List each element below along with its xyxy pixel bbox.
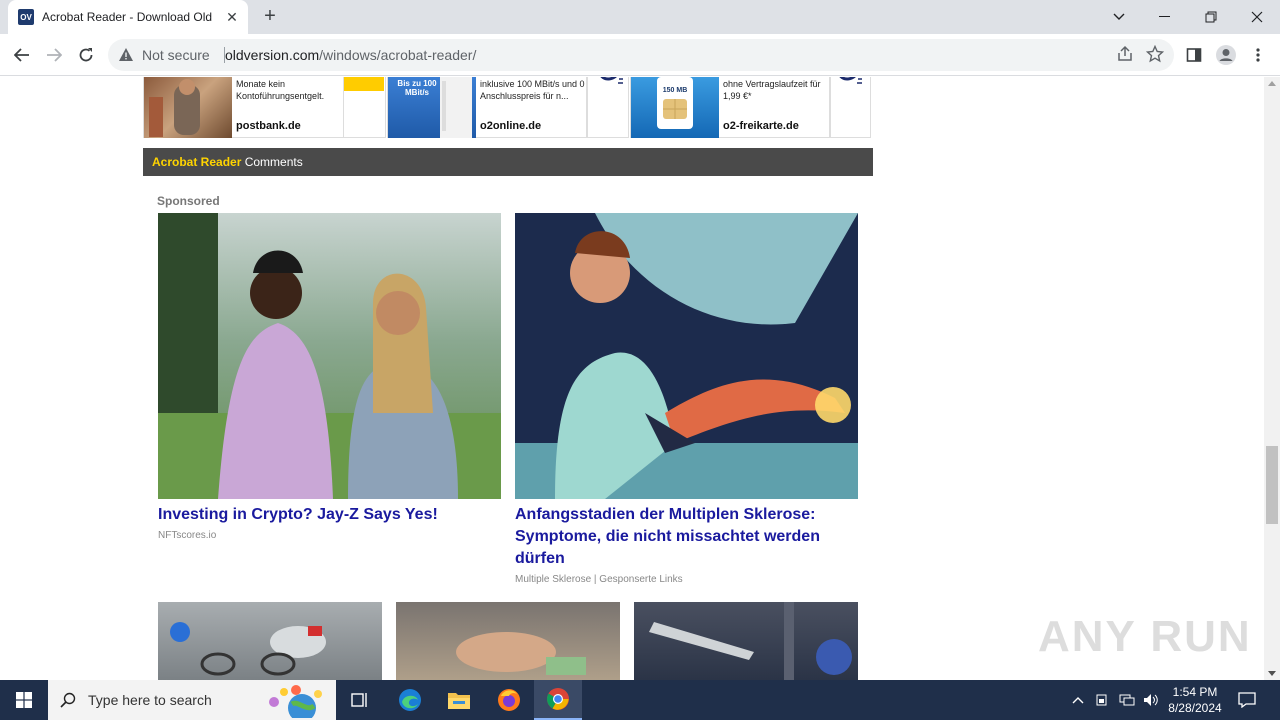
site-favicon-icon: OV — [18, 9, 34, 25]
ad-text: Monate kein Kontoführungsentgelt. — [236, 79, 325, 101]
ad-domain: o2online.de — [480, 120, 542, 132]
firefox-icon[interactable] — [485, 680, 533, 720]
ad-badge: Bis zu 100 MBit/s — [397, 79, 437, 97]
forward-button[interactable] — [40, 41, 68, 69]
tab-search-chevron-icon[interactable] — [1096, 0, 1142, 34]
ad-logo-cell — [587, 77, 629, 138]
anyrun-watermark: ANY RUN — [1038, 612, 1252, 661]
taskbar-search-box[interactable]: Type here to search — [48, 680, 336, 723]
side-panel-icon[interactable] — [1180, 41, 1208, 69]
chrome-icon[interactable] — [534, 680, 582, 720]
url-path: /windows/acrobat-reader/ — [319, 47, 477, 63]
new-tab-button[interactable]: + — [258, 6, 282, 28]
sponsored-source[interactable]: NFTscores.io — [158, 530, 501, 541]
ad-card-o2freikarte[interactable]: 150 MB ohne Vertragslaufzeit für 1,99 €*… — [630, 77, 830, 138]
battery-meet-icon[interactable] — [1092, 680, 1112, 720]
security-label[interactable]: Not secure — [142, 47, 210, 63]
share-icon[interactable] — [1116, 45, 1134, 68]
notifications-icon[interactable] — [1234, 680, 1260, 720]
sponsored-image[interactable] — [634, 602, 858, 680]
ad-strip: Monate kein Kontoführungsentgelt. postba… — [143, 77, 871, 139]
ad-logo-cell — [830, 77, 871, 138]
url-text[interactable]: oldversion.com/windows/acrobat-reader/ — [225, 47, 476, 63]
address-bar[interactable]: Not secure oldversion.com/windows/acroba… — [108, 39, 1174, 71]
windows-taskbar: Type here to search 1:54 PM 8/28/2024 — [0, 680, 1280, 723]
sponsored-source[interactable]: Multiple Sklerose | Gesponserte Links — [515, 574, 858, 585]
comments-app-name: Acrobat Reader — [152, 155, 242, 169]
restore-button[interactable] — [1188, 0, 1234, 34]
start-button[interactable] — [0, 680, 48, 720]
postbank-logo — [344, 77, 384, 91]
sponsored-image[interactable] — [158, 602, 382, 680]
ad-card-postbank[interactable]: Monate kein Kontoführungsentgelt. postba… — [143, 77, 344, 138]
tab-title: Acrobat Reader - Download Old — [42, 10, 212, 24]
volume-icon[interactable] — [1140, 680, 1162, 720]
o2-logo-icon — [837, 77, 863, 90]
comments-header: Acrobat Reader Comments — [143, 148, 873, 176]
sponsored-title[interactable]: Investing in Crypto? Jay-Z Says Yes! — [158, 504, 501, 526]
sponsored-card[interactable]: Investing in Crypto? Jay-Z Says Yes! NFT… — [158, 213, 501, 541]
scroll-down-arrow-icon[interactable] — [1268, 671, 1276, 676]
tab-close-icon[interactable]: ✕ — [224, 9, 240, 25]
scroll-up-arrow-icon[interactable] — [1268, 81, 1276, 86]
ad-image: 150 MB — [631, 77, 719, 138]
search-placeholder: Type here to search — [88, 692, 212, 708]
reload-button[interactable] — [72, 41, 100, 69]
browser-tab[interactable]: OV Acrobat Reader - Download Old ✕ — [8, 0, 248, 34]
tab-strip: OV Acrobat Reader - Download Old ✕ + — [0, 0, 1280, 34]
file-explorer-icon[interactable] — [435, 680, 483, 720]
back-button[interactable] — [8, 41, 36, 69]
sponsored-title[interactable]: Anfangsstadien der Multiplen Sklerose: S… — [515, 504, 858, 570]
browser-toolbar: Not secure oldversion.com/windows/acroba… — [0, 34, 1280, 76]
scrollbar-thumb[interactable] — [1266, 446, 1278, 524]
ad-domain: o2-freikarte.de — [723, 120, 799, 132]
tray-overflow-chevron-icon[interactable] — [1068, 680, 1088, 720]
page-scrollbar[interactable] — [1264, 77, 1280, 680]
ad-text: inklusive 100 MBit/s und 0 Anschlussprei… — [480, 79, 585, 101]
sponsored-image[interactable] — [158, 213, 501, 499]
o2-logo-icon — [598, 77, 624, 90]
url-host: oldversion.com — [225, 47, 320, 63]
ad-logo-cell — [344, 77, 386, 138]
bookmark-star-icon[interactable] — [1145, 44, 1165, 68]
ad-domain: postbank.de — [236, 120, 301, 132]
taskbar-clock[interactable]: 1:54 PM 8/28/2024 — [1160, 684, 1230, 716]
minimize-button[interactable] — [1142, 0, 1188, 34]
sponsored-label: Sponsored — [157, 194, 220, 208]
clock-time: 1:54 PM — [1172, 685, 1218, 699]
sponsored-image[interactable] — [515, 213, 858, 499]
web-page: Monate kein Kontoführungsentgelt. postba… — [0, 77, 1264, 680]
windows-logo-icon — [16, 692, 32, 708]
ad-card-o2online[interactable]: Bis zu 100 MBit/s inklusive 100 MBit/s u… — [387, 77, 587, 138]
close-window-button[interactable] — [1234, 0, 1280, 34]
sponsored-image[interactable] — [396, 602, 620, 680]
ad-text: ohne Vertragslaufzeit für 1,99 €* — [723, 79, 821, 101]
edge-browser-icon[interactable] — [386, 680, 434, 720]
profile-avatar-icon[interactable] — [1212, 41, 1240, 69]
ad-image — [144, 77, 232, 138]
network-icon[interactable] — [1116, 680, 1138, 720]
warning-icon[interactable] — [118, 47, 134, 68]
sponsored-card[interactable]: Anfangsstadien der Multiplen Sklerose: S… — [515, 213, 858, 585]
clock-date: 8/28/2024 — [1168, 701, 1222, 715]
search-icon — [60, 692, 76, 713]
task-view-icon[interactable] — [336, 680, 384, 720]
ad-badge: 150 MB — [662, 87, 688, 94]
comments-label: Comments — [244, 155, 303, 169]
search-highlight-globe-icon — [262, 682, 332, 723]
ad-image: Bis zu 100 MBit/s — [388, 77, 476, 138]
menu-kebab-icon[interactable] — [1244, 41, 1272, 69]
